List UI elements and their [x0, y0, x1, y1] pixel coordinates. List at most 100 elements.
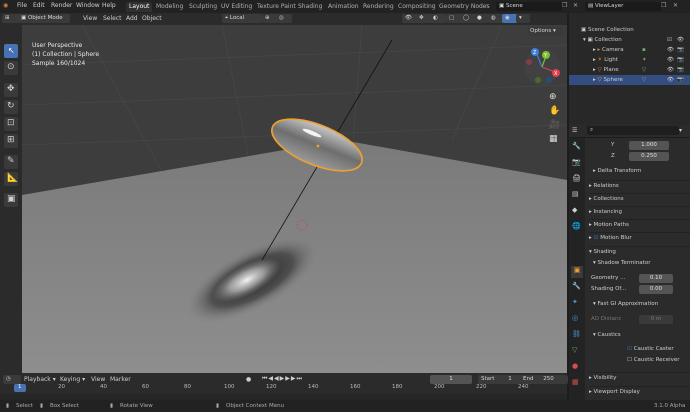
playback-controls[interactable]: ⏮◀◀▶▶▶⏭	[262, 375, 303, 383]
proportional-edit-icon[interactable]: ◎	[276, 14, 292, 23]
eye-icon[interactable]: 👁	[667, 45, 674, 55]
record-icon[interactable]: ●	[246, 376, 251, 383]
camera-render-icon[interactable]: 📷	[677, 45, 684, 55]
section-delta-transform[interactable]: ▸ Delta Transform	[593, 166, 690, 177]
object-tab-icon[interactable]: ▣	[571, 266, 583, 278]
eye-icon[interactable]: 👁	[667, 55, 674, 65]
menu-view[interactable]: View	[83, 15, 97, 22]
close-icon[interactable]: ✕	[673, 2, 678, 9]
scene-tab-icon[interactable]: ◆	[572, 206, 577, 214]
checkbox-checked-icon[interactable]: ☑	[627, 346, 632, 352]
overlays-icon[interactable]: ◐	[430, 14, 446, 23]
section-viewport-display[interactable]: ▸ Viewport Display	[589, 386, 690, 395]
measure-tool-icon[interactable]: 📐	[4, 172, 18, 186]
menu-playback[interactable]: Playback ▾	[24, 376, 56, 383]
scale-tool-icon[interactable]: ⊡	[4, 117, 18, 131]
section-visibility[interactable]: ▸ Visibility	[589, 372, 690, 384]
annotate-tool-icon[interactable]: ✎	[4, 155, 18, 169]
tab-shading[interactable]: Shading	[295, 2, 325, 12]
section-motion-paths[interactable]: ▸ Motion Paths	[589, 219, 690, 231]
eye-icon[interactable]: 👁	[667, 65, 674, 75]
tab-modeling[interactable]: Modeling	[153, 2, 186, 12]
geometry-offset-field[interactable]: 0.10	[639, 274, 673, 283]
zoom-icon[interactable]: ⊕	[549, 92, 557, 102]
blender-logo-icon[interactable]: ◉	[3, 2, 8, 9]
camera-render-icon[interactable]: 📷	[677, 55, 684, 65]
menu-render[interactable]: Render	[51, 2, 72, 9]
material-tab-icon[interactable]: ●	[572, 362, 578, 370]
scene-selector[interactable]: ▣ Scene	[496, 2, 562, 11]
caustic-receiver-row[interactable]: ☐ Caustic Receiver	[627, 355, 690, 366]
modifier-tab-icon[interactable]: 🔧	[572, 282, 581, 290]
chevron-right-icon[interactable]: ›	[486, 2, 488, 9]
tab-geometry-nodes[interactable]: Geometry Nodes	[436, 2, 493, 12]
tab-layout[interactable]: Layout	[126, 2, 153, 12]
menu-window[interactable]: Window	[76, 2, 100, 9]
transform-pivot-selector[interactable]: ⌖ Local	[222, 14, 262, 23]
transform-tool-icon[interactable]: ⊞	[4, 134, 18, 148]
close-icon[interactable]: ✕	[573, 2, 578, 9]
properties-search[interactable]: ⌕	[587, 126, 679, 135]
section-relations[interactable]: ▸ Relations	[589, 180, 690, 192]
shading-offset-field[interactable]: 0.00	[639, 285, 673, 294]
data-tab-icon[interactable]: ▽	[572, 346, 577, 354]
constraints-tab-icon[interactable]: ⛓	[572, 330, 581, 338]
mode-selector[interactable]: ▣ Object Mode	[18, 14, 70, 23]
subsection-caustics[interactable]: ▾ Caustics	[593, 330, 690, 341]
menu-edit[interactable]: Edit	[33, 2, 45, 9]
outliner-item-sphere[interactable]: ▸ ▽ Sphere ▽ 👁 📷	[569, 75, 690, 85]
tab-animation[interactable]: Animation	[325, 2, 362, 12]
scene-collection-row[interactable]: ▣ Scene Collection	[569, 25, 690, 35]
editor-type-icon[interactable]: ☰	[572, 127, 577, 134]
tab-texture-paint[interactable]: Texture Paint	[254, 2, 299, 12]
outliner-item-plane[interactable]: ▸ ▽ Plane ▽ 👁 📷	[569, 65, 690, 75]
menu-help[interactable]: Help	[102, 2, 116, 9]
start-frame-field[interactable]: Start 1	[478, 375, 520, 384]
cursor-tool-icon[interactable]: ⊙	[4, 61, 18, 75]
pan-hand-icon[interactable]: ✋	[549, 106, 560, 116]
chevron-down-icon[interactable]: ▾	[516, 14, 530, 23]
tab-sculpting[interactable]: Sculpting	[186, 2, 220, 12]
copy-icon[interactable]: ❐	[562, 2, 567, 9]
menu-object[interactable]: Object	[142, 15, 162, 22]
tab-uv-editing[interactable]: UV Editing	[218, 2, 255, 12]
menu-file[interactable]: File	[17, 2, 27, 9]
navigation-gizmo[interactable]: X Y Z	[522, 47, 562, 87]
camera-view-icon[interactable]: 🎥	[549, 120, 560, 130]
tool-tab-icon[interactable]: 🔧	[572, 142, 581, 150]
menu-view[interactable]: View	[91, 376, 105, 383]
caustic-caster-row[interactable]: ☑ Caustic Caster	[627, 344, 690, 355]
tab-compositing[interactable]: Compositing	[395, 2, 439, 12]
eye-icon[interactable]: 👁	[667, 75, 674, 85]
render-tab-icon[interactable]: 📷	[572, 158, 581, 166]
options-button[interactable]: Options ▾	[527, 27, 563, 36]
menu-marker[interactable]: Marker	[110, 376, 131, 383]
editor-type-icon[interactable]: ◷	[3, 375, 21, 384]
texture-tab-icon[interactable]: ▦	[572, 378, 579, 386]
output-tab-icon[interactable]: 🖨	[572, 174, 581, 182]
menu-select[interactable]: Select	[103, 15, 122, 22]
select-box-tool-icon[interactable]: ↖	[4, 44, 18, 58]
camera-render-icon[interactable]: 📷	[677, 65, 684, 75]
section-collections[interactable]: ▸ Collections	[589, 193, 690, 205]
ao-distance-field[interactable]: 0 m	[639, 315, 673, 324]
eye-icon[interactable]: 👁	[677, 35, 684, 45]
grid-view-icon[interactable]: ▦	[549, 134, 558, 144]
copy-icon[interactable]: ❐	[661, 2, 666, 9]
section-instancing[interactable]: ▸ Instancing	[589, 206, 690, 218]
checkbox-icon[interactable]: ☑	[667, 35, 672, 45]
menu-keying[interactable]: Keying ▾	[60, 376, 85, 383]
subsection-fast-gi[interactable]: ▾ Fast GI Approximation	[593, 299, 690, 310]
section-shading[interactable]: ▾ Shading	[589, 246, 690, 258]
current-frame-field[interactable]: 1	[430, 375, 472, 384]
view-layer-tab-icon[interactable]: ▤	[572, 190, 579, 198]
end-frame-field[interactable]: End 250	[520, 375, 568, 384]
subsection-shadow-terminator[interactable]: ▾ Shadow Terminator	[593, 258, 690, 269]
rotate-tool-icon[interactable]: ↻	[4, 100, 18, 114]
outliner-item-camera[interactable]: ▸ ▸ Camera ▪ 👁 📷	[569, 45, 690, 55]
3d-viewport[interactable]: User Perspective (1) Collection | Sphere…	[22, 25, 567, 373]
checkbox-icon[interactable]: ☑	[594, 235, 599, 241]
location-y-field[interactable]: 1.000	[629, 141, 669, 150]
physics-tab-icon[interactable]: ◎	[572, 314, 578, 322]
checkbox-unchecked-icon[interactable]: ☐	[627, 357, 632, 363]
